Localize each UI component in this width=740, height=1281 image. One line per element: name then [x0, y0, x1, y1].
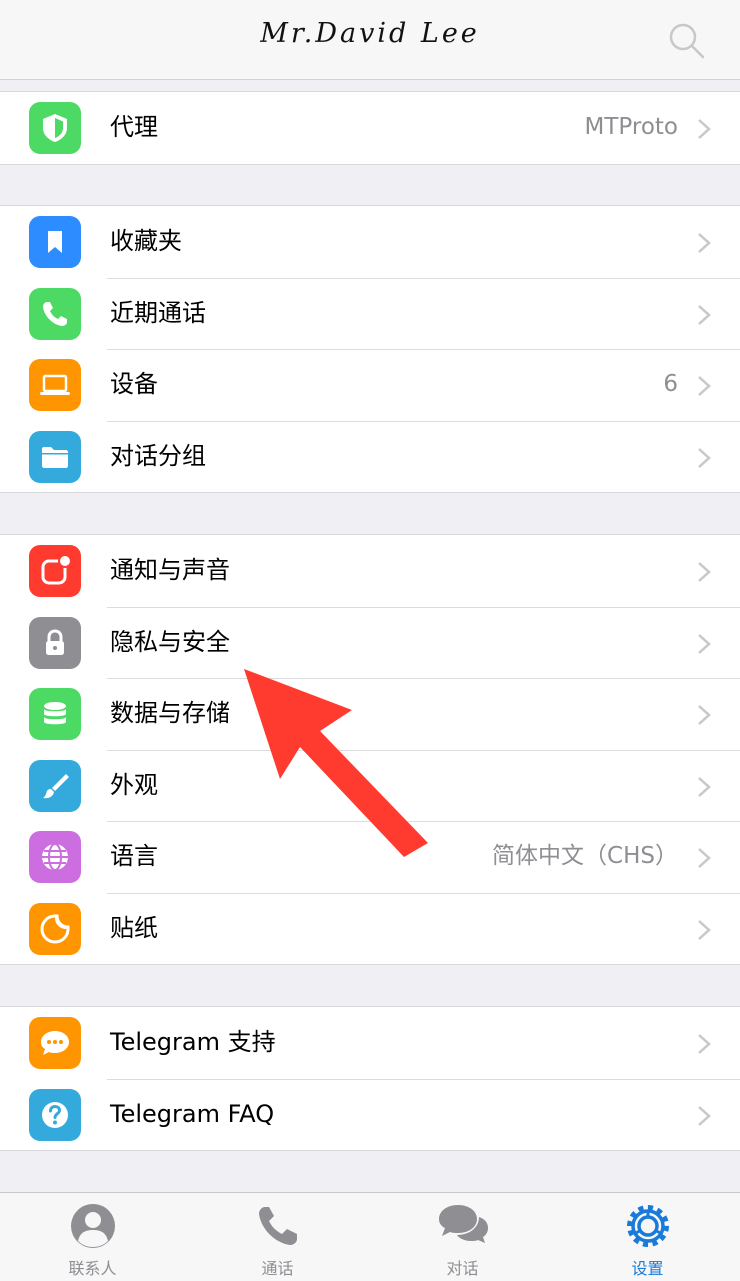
phone-icon: [259, 1207, 297, 1245]
settings-row-language[interactable]: 语言 简体中文（CHS）: [0, 821, 740, 893]
chevron-right-icon: [698, 119, 711, 139]
row-label: 设备: [110, 370, 158, 398]
notification-icon: [29, 545, 81, 597]
row-label: Telegram FAQ: [110, 1099, 275, 1128]
bookmark-icon: [29, 216, 81, 268]
row-value: MTProto: [584, 114, 678, 140]
chevron-right-icon: [698, 447, 711, 468]
settings-row-proxy[interactable]: 代理 MTProto: [0, 92, 740, 164]
chevron-right-icon: [698, 304, 711, 325]
page-title: Mr.David Lee: [260, 18, 480, 49]
settings-row-recent-calls[interactable]: 近期通话: [0, 277, 740, 350]
globe-icon: [29, 831, 81, 883]
settings-group-general: 收藏夹 近期通话 设备 6 对话分组: [0, 205, 740, 493]
chevron-right-icon: [698, 633, 711, 654]
settings-group-proxy: 代理 MTProto: [0, 91, 740, 165]
settings-row-chat-folders[interactable]: 对话分组: [0, 420, 740, 493]
settings-row-data-storage[interactable]: 数据与存储: [0, 678, 740, 750]
row-label: 贴纸: [110, 913, 158, 942]
chevron-right-icon: [698, 376, 711, 396]
chevron-right-icon: [698, 233, 711, 253]
tab-settings[interactable]: 设置: [555, 1193, 740, 1281]
row-label: 通知与声音: [110, 556, 230, 584]
settings-group-preferences: 通知与声音 隐私与安全 数据与存储 外观 语言 简体中文（CHS） 贴纸: [0, 534, 740, 965]
chevron-right-icon: [698, 562, 711, 582]
row-label: Telegram 支持: [110, 1028, 276, 1056]
phone-icon: [29, 287, 81, 340]
sticker-icon: [29, 902, 81, 955]
lock-icon: [29, 616, 81, 669]
settings-row-devices[interactable]: 设备 6: [0, 349, 740, 421]
contacts-icon: [71, 1204, 115, 1248]
row-label: 收藏夹: [110, 227, 182, 255]
chats-icon: [439, 1205, 488, 1243]
search-icon[interactable]: [666, 20, 706, 60]
row-value: 简体中文（CHS）: [492, 843, 678, 869]
settings-row-stickers[interactable]: 贴纸: [0, 892, 740, 965]
settings-row-privacy[interactable]: 隐私与安全: [0, 606, 740, 679]
row-label: 隐私与安全: [110, 627, 230, 656]
folder-icon: [29, 430, 81, 483]
shield-icon: [29, 102, 81, 154]
tab-label: 对话: [446, 1259, 479, 1278]
row-label: 近期通话: [110, 298, 206, 327]
row-label: 对话分组: [110, 441, 206, 470]
brush-icon: [29, 759, 81, 812]
settings-row-appearance[interactable]: 外观: [0, 749, 740, 822]
row-label: 语言: [110, 842, 158, 870]
chat-bubble-icon: [29, 1017, 81, 1069]
row-label: 外观: [110, 770, 158, 799]
settings-row-support[interactable]: Telegram 支持: [0, 1007, 740, 1079]
chevron-right-icon: [698, 1105, 711, 1126]
chevron-right-icon: [698, 848, 711, 868]
tab-calls[interactable]: 通话: [185, 1193, 370, 1281]
settings-gear-icon: [627, 1205, 669, 1247]
tab-contacts[interactable]: 联系人: [0, 1193, 185, 1281]
chevron-right-icon: [698, 705, 711, 725]
settings-row-notifications[interactable]: 通知与声音: [0, 535, 740, 607]
settings-group-help: Telegram 支持 Telegram FAQ: [0, 1006, 740, 1151]
question-icon: [29, 1088, 81, 1141]
chevron-right-icon: [698, 776, 711, 797]
tab-bar: 联系人 通话 对话 设置: [0, 1192, 740, 1281]
tab-chats[interactable]: 对话: [370, 1193, 555, 1281]
settings-row-saved-messages[interactable]: 收藏夹: [0, 206, 740, 278]
tab-label: 联系人: [68, 1259, 117, 1278]
laptop-icon: [29, 359, 81, 411]
row-value: 6: [663, 371, 678, 397]
chevron-right-icon: [698, 919, 711, 940]
settings-row-faq[interactable]: Telegram FAQ: [0, 1078, 740, 1151]
navigation-bar: Mr.David Lee: [0, 0, 740, 80]
row-label: 数据与存储: [110, 699, 230, 727]
row-label: 代理: [110, 113, 158, 141]
database-icon: [29, 688, 81, 740]
tab-label: 通话: [261, 1259, 294, 1278]
chevron-right-icon: [698, 1034, 711, 1054]
tab-label: 设置: [631, 1259, 664, 1278]
